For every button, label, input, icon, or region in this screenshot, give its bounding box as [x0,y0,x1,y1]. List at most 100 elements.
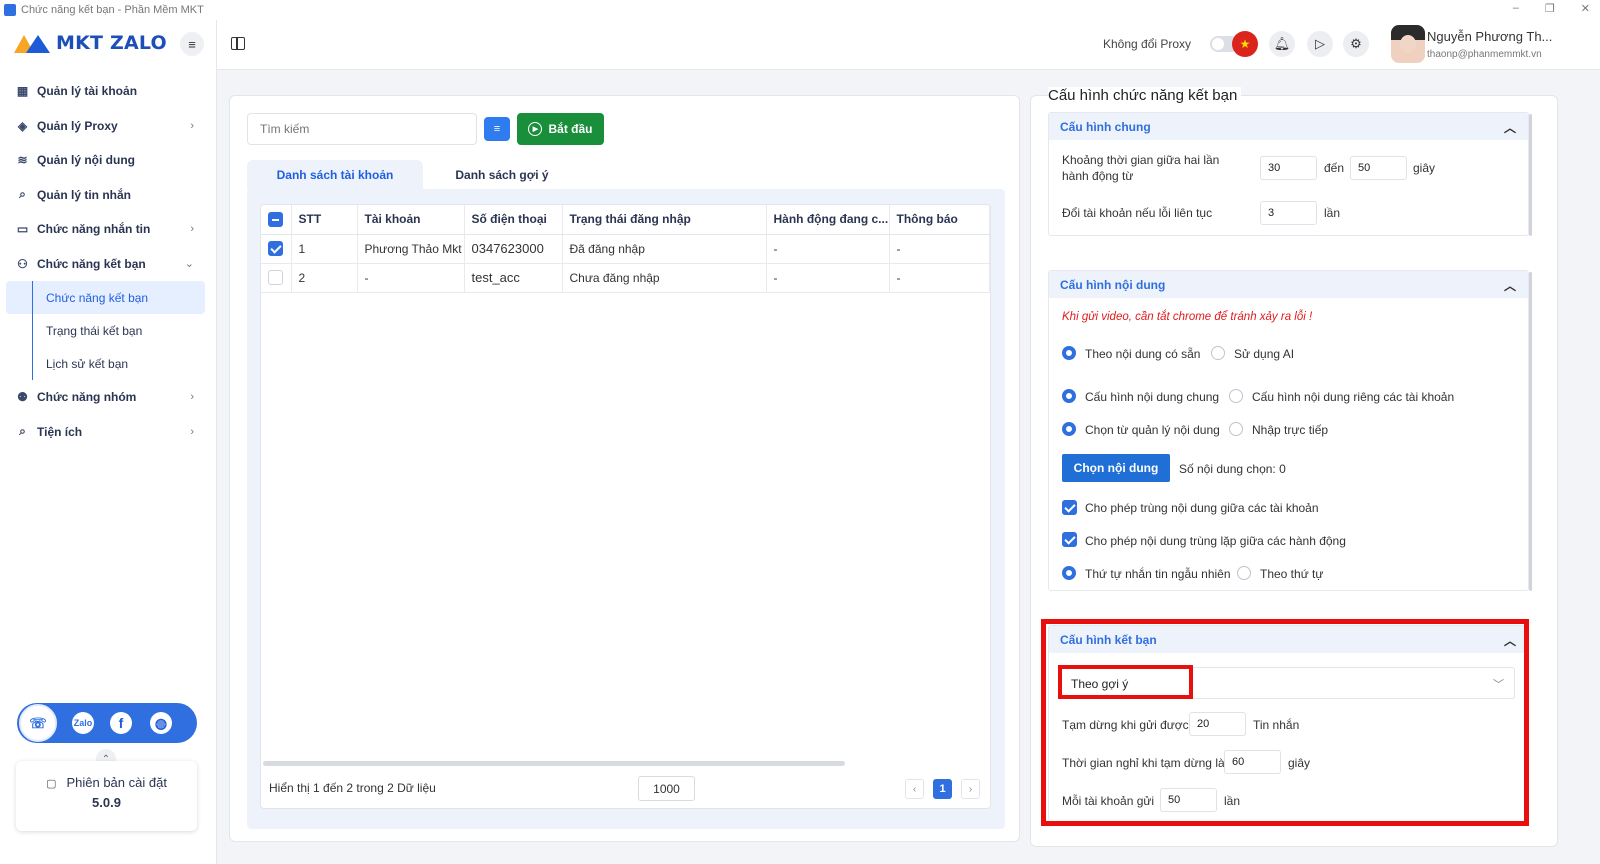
select-all-checkbox[interactable] [268,211,283,227]
sidebar-item-utilities[interactable]: ⌕ Tiện ích › [0,415,216,450]
sidebar-item-accounts[interactable]: ▦ Quản lý tài khoản [0,74,216,109]
row-checkbox[interactable] [268,241,283,257]
interval-from-input[interactable]: 30 [1260,156,1317,180]
proxy-label: Không đổi Proxy [1103,37,1192,51]
checkbox-label: Cho phép nội dung trùng lặp giữa các hàn… [1085,534,1346,548]
menu-toggle-button[interactable]: ≡ [180,32,204,56]
column-header-account[interactable]: Tài khoản [357,205,465,235]
tab-suggestion-list[interactable]: Danh sách gợi ý [423,160,581,190]
sidebar-item-groups[interactable]: ⚉ Chức năng nhóm › [0,380,216,415]
column-header-stt[interactable]: STT [291,205,358,235]
sidebar-item-messages[interactable]: ⌕ Quản lý tin nhắn [0,178,216,213]
play-icon: ▶ [528,122,543,136]
gear-icon[interactable]: ⚙ [1343,31,1369,57]
filter-button[interactable]: ≡ [484,117,510,141]
globe-icon[interactable]: ◍ [150,712,172,734]
table-header-row: STT Tài khoản Số điện thoại Trạng thái đ… [261,205,990,235]
checkbox-label: Cho phép trùng nội dung giữa các tài kho… [1085,501,1319,515]
seconds-unit: giây [1413,161,1436,175]
sidebar-item-label: Chức năng nhắn tin [37,222,151,237]
support-icon[interactable]: ☏ [19,704,57,742]
content-config-header[interactable]: Cấu hình nội dung ︿ [1049,271,1528,298]
choose-content-button[interactable]: Chọn nội dung [1062,454,1170,482]
close-button[interactable]: ✕ [1581,2,1590,15]
times-unit: lần [1324,206,1341,220]
minimize-button[interactable]: – [1513,2,1519,15]
radio-common-config[interactable] [1062,389,1076,403]
radio-per-account-config[interactable] [1229,389,1243,403]
sidebar-item-label: Tiện ích [37,424,83,439]
highlight-box-mode-select [1058,665,1193,699]
sidebar-item-label: Quản lý nội dung [37,153,135,168]
switch-account-input[interactable]: 3 [1260,201,1317,225]
radio-direct-input[interactable] [1229,422,1243,436]
row-select-cell [261,234,292,264]
radio-use-ai[interactable] [1211,346,1225,360]
logo: MKT ZALO [14,32,167,54]
logo-text: MKT ZALO [56,32,167,54]
column-header-action[interactable]: Hành động đang c... [766,205,890,235]
column-header-phone[interactable]: Số điện thoại [464,205,563,235]
sidebar-item-proxy[interactable]: ◈ Quản lý Proxy › [0,109,216,144]
tab-account-list[interactable]: Danh sách tài khoản [247,160,423,190]
cell-account: - [357,263,465,293]
radio-available-content[interactable] [1062,346,1076,360]
facebook-icon[interactable]: f [110,712,132,734]
search-icon: ⌕ [19,187,26,202]
sidebar-nav: ▦ Quản lý tài khoản ◈ Quản lý Proxy › ≋ … [0,74,216,449]
bell-icon[interactable]: 🔔︎ [1269,31,1295,57]
radio-random-order[interactable] [1062,566,1076,580]
vertical-scrollbar[interactable] [1529,272,1532,591]
accounts-table: STT Tài khoản Số điện thoại Trạng thái đ… [260,204,991,809]
search-icon: ⌕ [19,424,26,439]
sidebar-item-label: Chức năng nhóm [37,390,137,405]
sidebar-subitem-friend-function[interactable]: Chức năng kết bạn [6,281,205,314]
vietnam-flag-icon[interactable]: ★ [1232,31,1258,57]
app-icon [4,4,16,16]
search-input[interactable] [247,113,477,145]
chevron-up-icon[interactable]: ︿ [1504,277,1516,294]
checkbox-allow-duplicate-actions[interactable] [1062,532,1077,547]
start-button-label: Bắt đầu [548,122,593,136]
interval-label: Khoảng thời gian giữa hai lần hành động … [1062,153,1220,183]
cell-stt: 2 [291,263,358,293]
sidebar-item-label: Chức năng kết bạn [37,256,146,271]
chevron-up-icon[interactable]: ︿ [1504,119,1516,136]
restore-button[interactable]: ❐ [1545,2,1555,15]
submenu-line [32,281,33,380]
column-header-login-status[interactable]: Trạng thái đăng nhập [562,205,767,235]
avatar[interactable] [1391,25,1425,63]
table-row[interactable]: 2 - test_acc Chưa đăng nhập - - [261,263,990,293]
column-header-notice[interactable]: Thông báo [889,205,990,235]
horizontal-scrollbar[interactable] [263,761,845,766]
sidebar-item-friends[interactable]: ⚇ Chức năng kết bạn ⌄ [0,247,216,282]
radio-label: Nhập trực tiếp [1252,423,1329,437]
checkbox-allow-duplicate-accounts[interactable] [1062,500,1077,515]
table-footer-info: Hiển thị 1 đến 2 trong 2 Dữ liệu [269,781,436,795]
pagination-current[interactable]: 1 [933,779,952,799]
general-config-header[interactable]: Cấu hình chung ︿ [1049,113,1528,140]
play-icon[interactable]: ▷ [1307,31,1333,57]
interval-to-input[interactable]: 50 [1350,156,1407,180]
table-row[interactable]: 1 Phương Thảo Mkt 0347623000 Đã đăng nhậ… [261,234,990,264]
layout-toggle-icon[interactable] [231,37,245,50]
start-button[interactable]: ▶ Bắt đầu [517,113,604,145]
version-icon: ▢ [46,778,57,790]
pagination-next[interactable]: › [961,779,980,799]
vertical-scrollbar[interactable] [1529,114,1532,236]
cell-account: Phương Thảo Mkt [357,234,465,264]
radio-from-content-manager[interactable] [1062,422,1076,436]
top-header: Không đổi Proxy ★ 🔔︎ ▷ ⚙ Nguyễn Phương T… [217,20,1600,70]
zalo-icon[interactable]: Zalo [72,712,94,734]
filter-icon: ≡ [493,123,501,135]
sidebar-item-messaging[interactable]: ▭ Chức năng nhắn tin › [0,212,216,247]
chat-icon: ▭ [16,222,29,237]
page-size-input[interactable]: 1000 [638,776,695,801]
sidebar-item-label: Quản lý tin nhắn [37,187,132,202]
radio-sequential-order[interactable] [1237,566,1251,580]
cell-action: - [766,234,890,264]
version-label: Phiên bản cài đặt [66,775,167,790]
sidebar-item-content[interactable]: ≋ Quản lý nội dung [0,143,216,178]
pagination-prev[interactable]: ‹ [905,779,924,799]
row-checkbox[interactable] [268,270,283,286]
